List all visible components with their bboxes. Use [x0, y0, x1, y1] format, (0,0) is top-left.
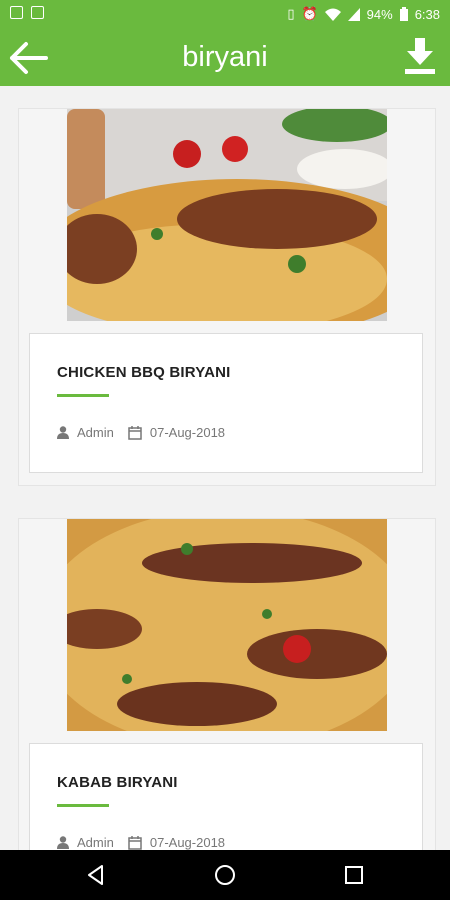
- post-image: [67, 519, 387, 731]
- post-date: 07-Aug-2018: [149, 835, 226, 850]
- alarm-icon: ⏰: [301, 6, 318, 21]
- battery-icon: [399, 7, 408, 21]
- user-icon: [57, 836, 69, 849]
- title-underline: [57, 394, 109, 397]
- wifi-icon: [324, 8, 341, 21]
- post-card[interactable]: KABAB BIRYANI Admin 07-Aug-2018: [18, 518, 436, 850]
- calendar-icon: [128, 425, 142, 440]
- back-triangle-icon[interactable]: [84, 863, 108, 887]
- title-underline: [57, 804, 109, 807]
- post-feed: CHICKEN BBQ BIRYANI Admin 07-Aug-2018 KA…: [0, 86, 450, 850]
- image-icon: [31, 6, 44, 19]
- vibrate-icon: ▯: [287, 6, 295, 21]
- home-circle-icon[interactable]: [213, 863, 237, 887]
- status-time: 6:38: [414, 6, 440, 22]
- post-meta: Admin 07-Aug-2018: [57, 835, 225, 850]
- message-icon: [10, 6, 23, 19]
- user-icon: [57, 426, 69, 439]
- page-title: biryani: [182, 41, 268, 73]
- post-card[interactable]: CHICKEN BBQ BIRYANI Admin 07-Aug-2018: [18, 108, 436, 486]
- signal-icon: [347, 7, 360, 21]
- status-bar: ▯ ⏰ 94% 6:38: [0, 0, 450, 28]
- post-info: KABAB BIRYANI Admin 07-Aug-2018: [29, 743, 423, 850]
- system-nav-bar: [0, 850, 450, 900]
- post-title[interactable]: KABAB BIRYANI: [57, 774, 178, 791]
- download-icon[interactable]: [402, 38, 438, 76]
- post-author: Admin: [77, 835, 114, 850]
- post-title[interactable]: CHICKEN BBQ BIRYANI: [57, 364, 231, 381]
- post-meta: Admin 07-Aug-2018: [57, 425, 225, 440]
- calendar-icon: [128, 835, 142, 850]
- battery-level: 94%: [366, 6, 393, 22]
- post-image: [67, 109, 387, 321]
- app-bar: biryani: [0, 28, 450, 86]
- post-date: 07-Aug-2018: [149, 425, 226, 440]
- post-author: Admin: [77, 425, 114, 440]
- recents-square-icon[interactable]: [342, 863, 366, 887]
- post-info: CHICKEN BBQ BIRYANI Admin 07-Aug-2018: [29, 333, 423, 473]
